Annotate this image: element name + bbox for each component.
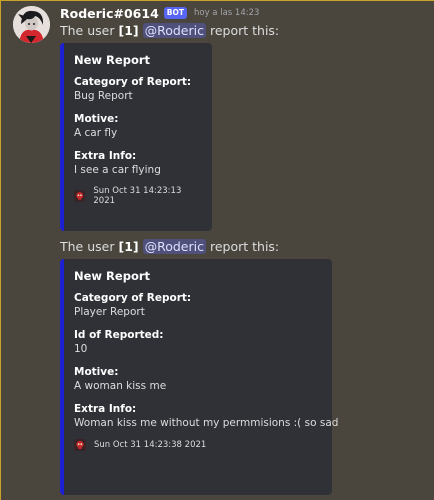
field-name: Motive:	[74, 366, 119, 378]
user-mention[interactable]: @Roderic	[142, 23, 206, 38]
discord-message-view: Roderic#0614 BOT hoy a las 14:23 The use…	[0, 0, 434, 500]
embed-field: Motive: A car fly	[74, 112, 200, 140]
intro-index: [1]	[118, 23, 139, 38]
field-name: Extra Info:	[74, 403, 137, 415]
character-avatar-icon	[13, 6, 50, 43]
report-intro-text: The user [1] @Roderic report this:	[60, 239, 279, 254]
field-value: I see a car flying	[74, 164, 161, 176]
skull-icon	[74, 439, 86, 451]
intro-index: [1]	[118, 239, 139, 254]
field-value: Woman kiss me without my permmisions :( …	[74, 417, 339, 429]
message-header: Roderic#0614 BOT hoy a las 14:23	[60, 4, 259, 22]
report-embed: New Report Category of Report: Bug Repor…	[60, 43, 212, 231]
field-value: A car fly	[74, 127, 118, 139]
embed-footer-timestamp: Sun Oct 31 14:23:38 2021	[94, 440, 207, 450]
embed-title: New Report	[74, 269, 151, 283]
user-mention[interactable]: @Roderic	[142, 239, 206, 254]
field-value: 10	[74, 343, 88, 355]
field-name: Extra Info:	[74, 150, 137, 162]
embed-footer-timestamp: Sun Oct 31 14:23:13 2021	[93, 186, 182, 206]
embed-footer: Sun Oct 31 14:23:13 2021	[74, 186, 200, 206]
field-name: Motive:	[74, 113, 119, 125]
embed-title: New Report	[74, 53, 151, 67]
field-name: Category of Report:	[74, 76, 192, 88]
embed-field: Category of Report: Bug Report	[74, 75, 200, 103]
report-embed: New Report Category of Report: Player Re…	[60, 259, 339, 495]
report-intro-text: The user [1] @Roderic report this:	[60, 23, 279, 38]
embed-footer: Sun Oct 31 14:23:38 2021	[74, 439, 320, 451]
field-value: A woman kiss me	[74, 380, 167, 392]
embed-field: Extra Info: I see a car flying	[74, 149, 200, 177]
intro-prefix: The user	[60, 239, 115, 254]
message-timestamp: hoy a las 14:23	[193, 8, 260, 18]
field-value: Player Report	[74, 306, 145, 318]
username[interactable]: Roderic#0614	[60, 6, 159, 21]
field-value: Bug Report	[74, 90, 133, 102]
bot-tag: BOT	[163, 7, 187, 19]
embed-field: Category of Report: Player Report	[74, 291, 320, 319]
intro-suffix: report this:	[209, 239, 280, 254]
intro-prefix: The user	[60, 23, 115, 38]
skull-icon	[74, 190, 86, 202]
avatar[interactable]	[13, 6, 50, 43]
field-name: Id of Reported:	[74, 329, 164, 341]
embed-field: Motive: A woman kiss me	[74, 365, 320, 393]
embed-field: Id of Reported: 10	[74, 328, 320, 356]
field-name: Category of Report:	[74, 292, 192, 304]
embed-field: Extra Info: Woman kiss me without my per…	[74, 402, 339, 430]
intro-suffix: report this:	[209, 23, 280, 38]
